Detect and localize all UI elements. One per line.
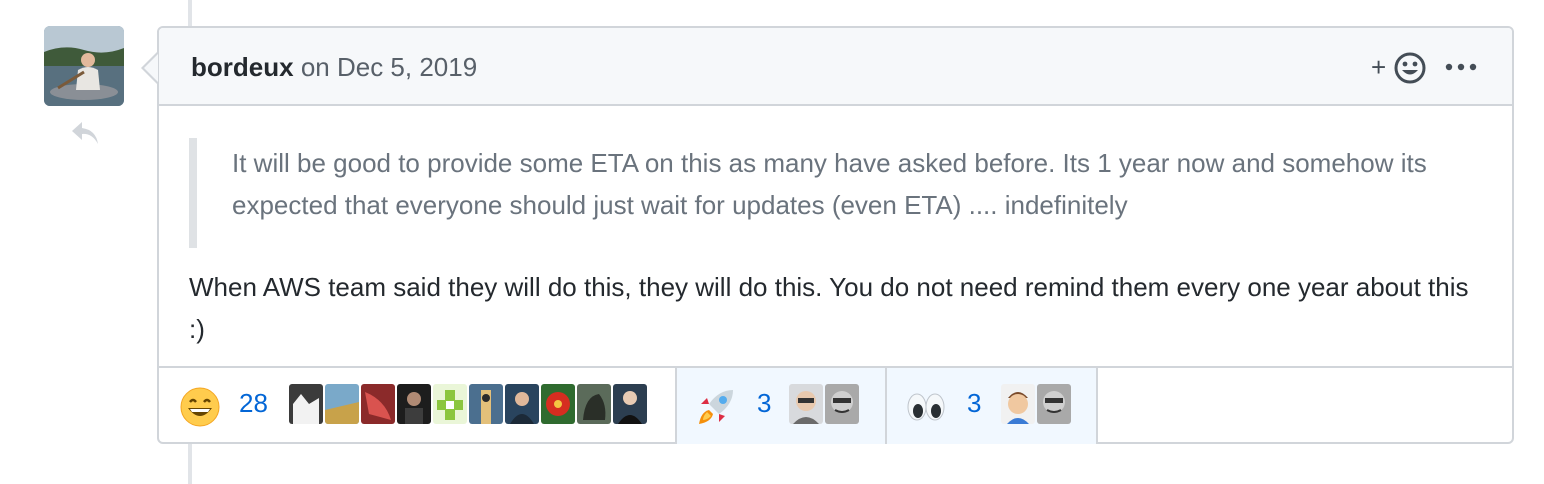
reactor-avatar[interactable] [1001,384,1035,424]
reactor-avatar[interactable] [469,384,503,424]
author-name-link[interactable]: bordeux [191,52,294,82]
reaction-count: 28 [239,388,268,418]
eyes-emoji-icon [907,393,945,421]
reaction-eyes-button[interactable]: 3 [887,368,1098,444]
smile-emoji-icon [180,387,220,427]
comment-body-text: When AWS team said they will do this, th… [189,272,1469,344]
quote-text: It will be good to provide some ETA on t… [232,148,1427,220]
reactor-avatar[interactable] [433,384,467,424]
rocket-emoji-icon [699,390,733,424]
blockquote: It will be good to provide some ETA on t… [189,138,1469,248]
reactor-avatar[interactable] [505,384,539,424]
reactor-avatar[interactable] [613,384,647,424]
reactor-avatar[interactable] [289,384,323,424]
comment-header: bordeux on Dec 5, 2019 + [159,28,1512,106]
reactor-avatar[interactable] [361,384,395,424]
reaction-smile-button[interactable]: 28 [159,368,675,444]
reactor-avatar[interactable] [541,384,575,424]
smiley-icon [1394,52,1426,84]
kebab-horizontal-icon[interactable] [1445,62,1477,72]
reactor-avatar[interactable] [577,384,611,424]
comment-pointer-fill [144,54,158,82]
reactor-avatars [289,384,647,424]
comment-meta: bordeux on Dec 5, 2019 [191,52,477,83]
reactor-avatar[interactable] [325,384,359,424]
reactor-avatars [1001,384,1071,424]
comment-timestamp[interactable]: on Dec 5, 2019 [301,52,477,82]
reactor-avatar[interactable] [397,384,431,424]
reactor-avatar[interactable] [789,384,823,424]
reaction-count: 3 [757,388,772,418]
comment-card: bordeux on Dec 5, 2019 + It will be good… [157,26,1514,444]
add-reaction-button[interactable]: + [1369,50,1431,86]
reply-icon[interactable] [68,118,102,148]
author-avatar[interactable] [44,26,124,106]
reactor-avatar[interactable] [825,384,859,424]
add-reaction-plus: + [1371,52,1386,82]
reaction-count: 3 [967,388,982,418]
reaction-rocket-button[interactable]: 3 [675,368,887,444]
reactor-avatars [789,384,859,424]
reactor-avatar[interactable] [1037,384,1071,424]
reactions-bar: 28 3 3 [159,366,1512,444]
